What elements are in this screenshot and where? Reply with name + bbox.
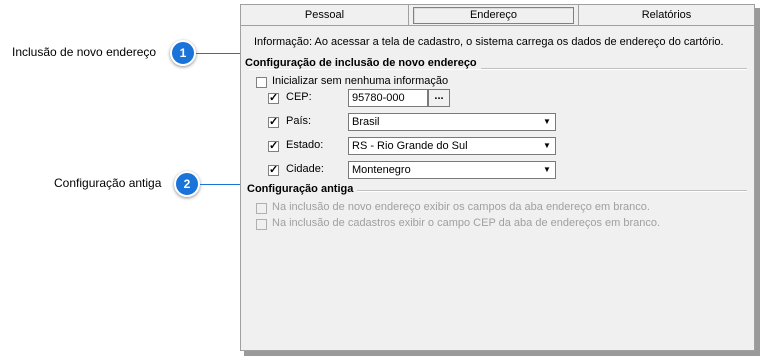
section-title-old-config: Configuração antiga: [247, 183, 358, 195]
chevron-down-icon[interactable]: ▼: [540, 115, 554, 129]
info-text: Informação: Ao acessar a tela de cadastr…: [254, 36, 724, 48]
pais-label: País:: [286, 115, 312, 127]
estado-select[interactable]: RS - Rio Grande do Sul ▼: [348, 137, 556, 155]
address-settings-panel: Pessoal Endereço Relatórios Informação: …: [240, 4, 755, 351]
callout-connector-1: [196, 53, 240, 54]
chevron-down-icon[interactable]: ▼: [540, 139, 554, 153]
old-option2-label: Na inclusão de cadastros exibir o campo …: [272, 217, 661, 229]
pais-select[interactable]: Brasil ▼: [348, 113, 556, 131]
pais-checkbox[interactable]: ✓: [268, 117, 279, 128]
callout-label-old-config: Configuração antiga: [54, 176, 162, 190]
tab-endereco[interactable]: Endereço: [409, 5, 579, 25]
estado-label: Estado:: [286, 139, 324, 151]
old-option1-label: Na inclusão de novo endereço exibir os c…: [272, 201, 650, 213]
section-title-new-address: Configuração de inclusão de novo endereç…: [245, 57, 481, 69]
estado-select-value: RS - Rio Grande do Sul: [352, 140, 468, 152]
old-option1-checkbox[interactable]: [256, 203, 267, 214]
cidade-label: Cidade:: [286, 163, 324, 175]
pais-select-value: Brasil: [352, 116, 380, 128]
tab-endereco-label: Endereço: [413, 7, 574, 24]
tab-pessoal[interactable]: Pessoal: [241, 5, 409, 25]
cep-lookup-button[interactable]: ...: [428, 89, 450, 107]
tab-relatorios[interactable]: Relatórios: [579, 5, 754, 25]
callout-label-new-address: Inclusão de novo endereço: [12, 45, 157, 59]
callout-badge-1: 1: [170, 40, 196, 66]
estado-checkbox[interactable]: ✓: [268, 141, 279, 152]
callout-badge-2: 2: [174, 171, 200, 197]
cidade-select[interactable]: Montenegro ▼: [348, 161, 556, 179]
chevron-down-icon[interactable]: ▼: [540, 163, 554, 177]
init-empty-label: Inicializar sem nenhuma informação: [272, 75, 449, 87]
cep-label: CEP:: [286, 91, 312, 103]
tab-bar: Pessoal Endereço Relatórios: [241, 5, 754, 26]
cep-checkbox[interactable]: ✓: [268, 93, 279, 104]
cep-input[interactable]: 95780-000: [348, 89, 428, 107]
callout-connector-2: [200, 184, 240, 185]
init-empty-checkbox[interactable]: [256, 77, 267, 88]
cidade-checkbox[interactable]: ✓: [268, 165, 279, 176]
old-option2-checkbox[interactable]: [256, 219, 267, 230]
cidade-select-value: Montenegro: [352, 164, 411, 176]
